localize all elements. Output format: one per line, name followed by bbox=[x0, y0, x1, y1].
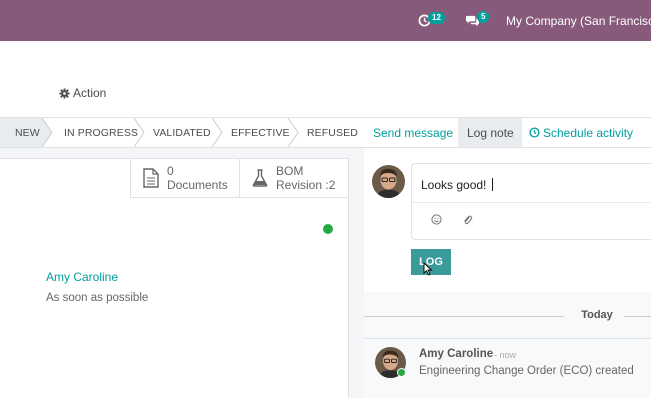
bom-label: BOM bbox=[276, 163, 304, 178]
send-message-label: Send message bbox=[373, 125, 454, 140]
online-status-indicator bbox=[397, 368, 406, 377]
stage-statusbar: NEW IN PROGRESS VALIDATED EFFECTIVE REFU… bbox=[0, 117, 364, 148]
chatter-topbar: Send message Log note Schedule activity bbox=[364, 117, 651, 148]
stage-divider bbox=[42, 118, 53, 147]
gear-icon bbox=[59, 87, 70, 99]
company-name: My Company (San Francisco) bbox=[506, 13, 651, 28]
bom-revision: Revision :2 bbox=[276, 177, 336, 192]
action-label: Action bbox=[73, 86, 107, 100]
status-indicator-dot[interactable] bbox=[323, 224, 333, 234]
stage-label: IN PROGRESS bbox=[64, 126, 139, 139]
document-icon bbox=[143, 167, 159, 188]
company-switcher[interactable]: My Company (San Francisco) bbox=[506, 0, 651, 41]
activity-count-badge: 12 bbox=[428, 12, 445, 24]
message-thread bbox=[364, 292, 651, 398]
stage-divider bbox=[288, 118, 299, 147]
message-author[interactable]: Amy Caroline bbox=[419, 348, 493, 360]
log-note-label: Log note bbox=[467, 125, 514, 140]
log-note-button[interactable]: Log note bbox=[458, 118, 522, 147]
log-note-composer[interactable]: Looks good! bbox=[411, 163, 651, 240]
stage-effective[interactable]: EFFECTIVE bbox=[231, 118, 290, 147]
action-menu[interactable]: Action bbox=[59, 86, 106, 100]
message-timestamp: - now bbox=[494, 350, 517, 360]
stage-label: VALIDATED bbox=[153, 126, 211, 139]
current-user-avatar bbox=[372, 165, 405, 198]
mouse-cursor-icon bbox=[423, 262, 433, 276]
message-count-badge: 5 bbox=[477, 11, 490, 23]
composer-textarea[interactable]: Looks good! bbox=[421, 178, 486, 192]
text-cursor bbox=[492, 178, 493, 191]
stage-label: EFFECTIVE bbox=[231, 126, 290, 139]
documents-label: Documents bbox=[167, 177, 228, 192]
flask-icon bbox=[252, 168, 268, 187]
effectivity-value: As soon as possible bbox=[46, 292, 149, 304]
send-message-button[interactable]: Send message bbox=[364, 118, 458, 147]
stage-new[interactable]: NEW bbox=[0, 118, 43, 147]
top-navbar: 12 5 My Company (San Francisco) bbox=[0, 0, 651, 41]
paperclip-icon[interactable] bbox=[462, 214, 473, 226]
schedule-activity-button[interactable]: Schedule activity bbox=[529, 118, 633, 147]
composer-divider bbox=[412, 202, 651, 203]
emoji-icon[interactable] bbox=[431, 214, 442, 225]
today-separator-label: Today bbox=[581, 309, 613, 321]
schedule-activity-label: Schedule activity bbox=[543, 125, 634, 140]
stage-divider bbox=[212, 118, 223, 147]
today-separator-line bbox=[624, 316, 651, 317]
responsible-user-link[interactable]: Amy Caroline bbox=[46, 270, 118, 284]
stage-in-progress[interactable]: IN PROGRESS bbox=[64, 118, 138, 147]
documents-count: 0 bbox=[167, 163, 174, 178]
message-body: Engineering Change Order (ECO) created bbox=[419, 365, 634, 377]
clock-icon bbox=[529, 127, 540, 138]
stage-label: REFUSED bbox=[307, 126, 358, 139]
bom-revision-smart-button[interactable]: BOM Revision :2 bbox=[239, 158, 349, 198]
stage-divider bbox=[134, 118, 145, 147]
stage-refused[interactable]: REFUSED bbox=[307, 118, 358, 147]
message-divider bbox=[364, 338, 651, 339]
stage-validated[interactable]: VALIDATED bbox=[153, 118, 211, 147]
stage-label: NEW bbox=[15, 126, 40, 139]
today-separator-line bbox=[364, 316, 564, 317]
documents-smart-button[interactable]: 0 Documents bbox=[130, 158, 239, 198]
